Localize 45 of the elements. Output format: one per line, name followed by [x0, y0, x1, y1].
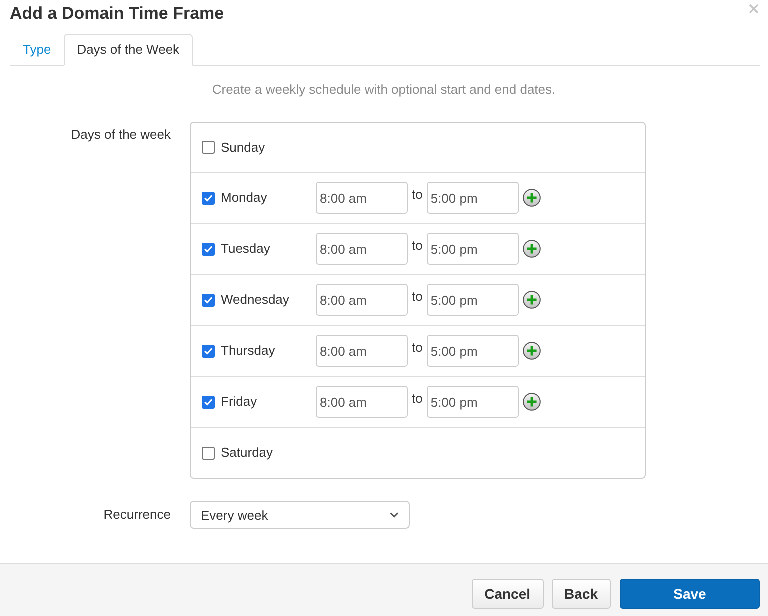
checkbox[interactable] [202, 396, 215, 408]
end-time-field[interactable]: 5:00 pm [426, 335, 519, 367]
checkbox[interactable] [202, 192, 215, 204]
footer-button[interactable]: Back [552, 579, 611, 609]
day-label: Saturday [221, 445, 274, 461]
day-label: Friday [221, 394, 258, 410]
tab[interactable]: Type [10, 34, 64, 66]
day-label: Monday [221, 190, 268, 206]
day-label: Tuesday [221, 241, 272, 257]
start-time-field[interactable]: 8:00 am [316, 386, 408, 418]
recurrence-select[interactable]: Every week [190, 501, 410, 529]
to-label: to [412, 187, 423, 203]
plus-icon[interactable] [522, 291, 541, 309]
end-time-field[interactable]: 5:00 pm [426, 233, 519, 265]
start-time-field[interactable]: 8:00 am [316, 284, 408, 316]
description-text: Create a weekly schedule with optional start and end dates. [211, 81, 557, 99]
plus-icon[interactable] [522, 342, 541, 360]
days-of-week-label: Days of the week [71, 126, 171, 143]
plus-icon[interactable] [522, 393, 541, 411]
plus-icon[interactable] [522, 240, 541, 258]
day-label: Sunday [221, 140, 266, 156]
to-label: to [412, 391, 423, 407]
day-label: Wednesday [221, 292, 290, 308]
day-label: Thursday [221, 343, 276, 359]
checkbox[interactable] [202, 294, 215, 306]
plus-icon[interactable] [522, 189, 541, 207]
to-label: to [412, 289, 423, 305]
end-time-field[interactable]: 5:00 pm [426, 284, 519, 316]
footer-button[interactable]: Cancel [472, 579, 544, 609]
start-time-field[interactable]: 8:00 am [316, 182, 408, 214]
checkbox[interactable] [202, 141, 215, 154]
chevron-down-icon [390, 512, 399, 518]
end-time-field[interactable]: 5:00 pm [426, 386, 519, 418]
start-time-field[interactable]: 8:00 am [316, 233, 408, 265]
start-time-field[interactable]: 8:00 am [316, 335, 408, 367]
checkbox[interactable] [202, 344, 215, 358]
recurrence-label: Recurrence [104, 506, 171, 524]
to-label: to [412, 238, 423, 254]
tab[interactable]: Days of the Week [64, 34, 193, 66]
dialog-title: Add a Domain Time Frame [10, 4, 224, 24]
to-label: to [412, 340, 423, 356]
checkbox[interactable] [202, 242, 215, 256]
checkbox[interactable] [202, 446, 215, 460]
footer-button[interactable]: Save [620, 579, 760, 609]
end-time-field[interactable]: 5:00 pm [426, 182, 519, 214]
